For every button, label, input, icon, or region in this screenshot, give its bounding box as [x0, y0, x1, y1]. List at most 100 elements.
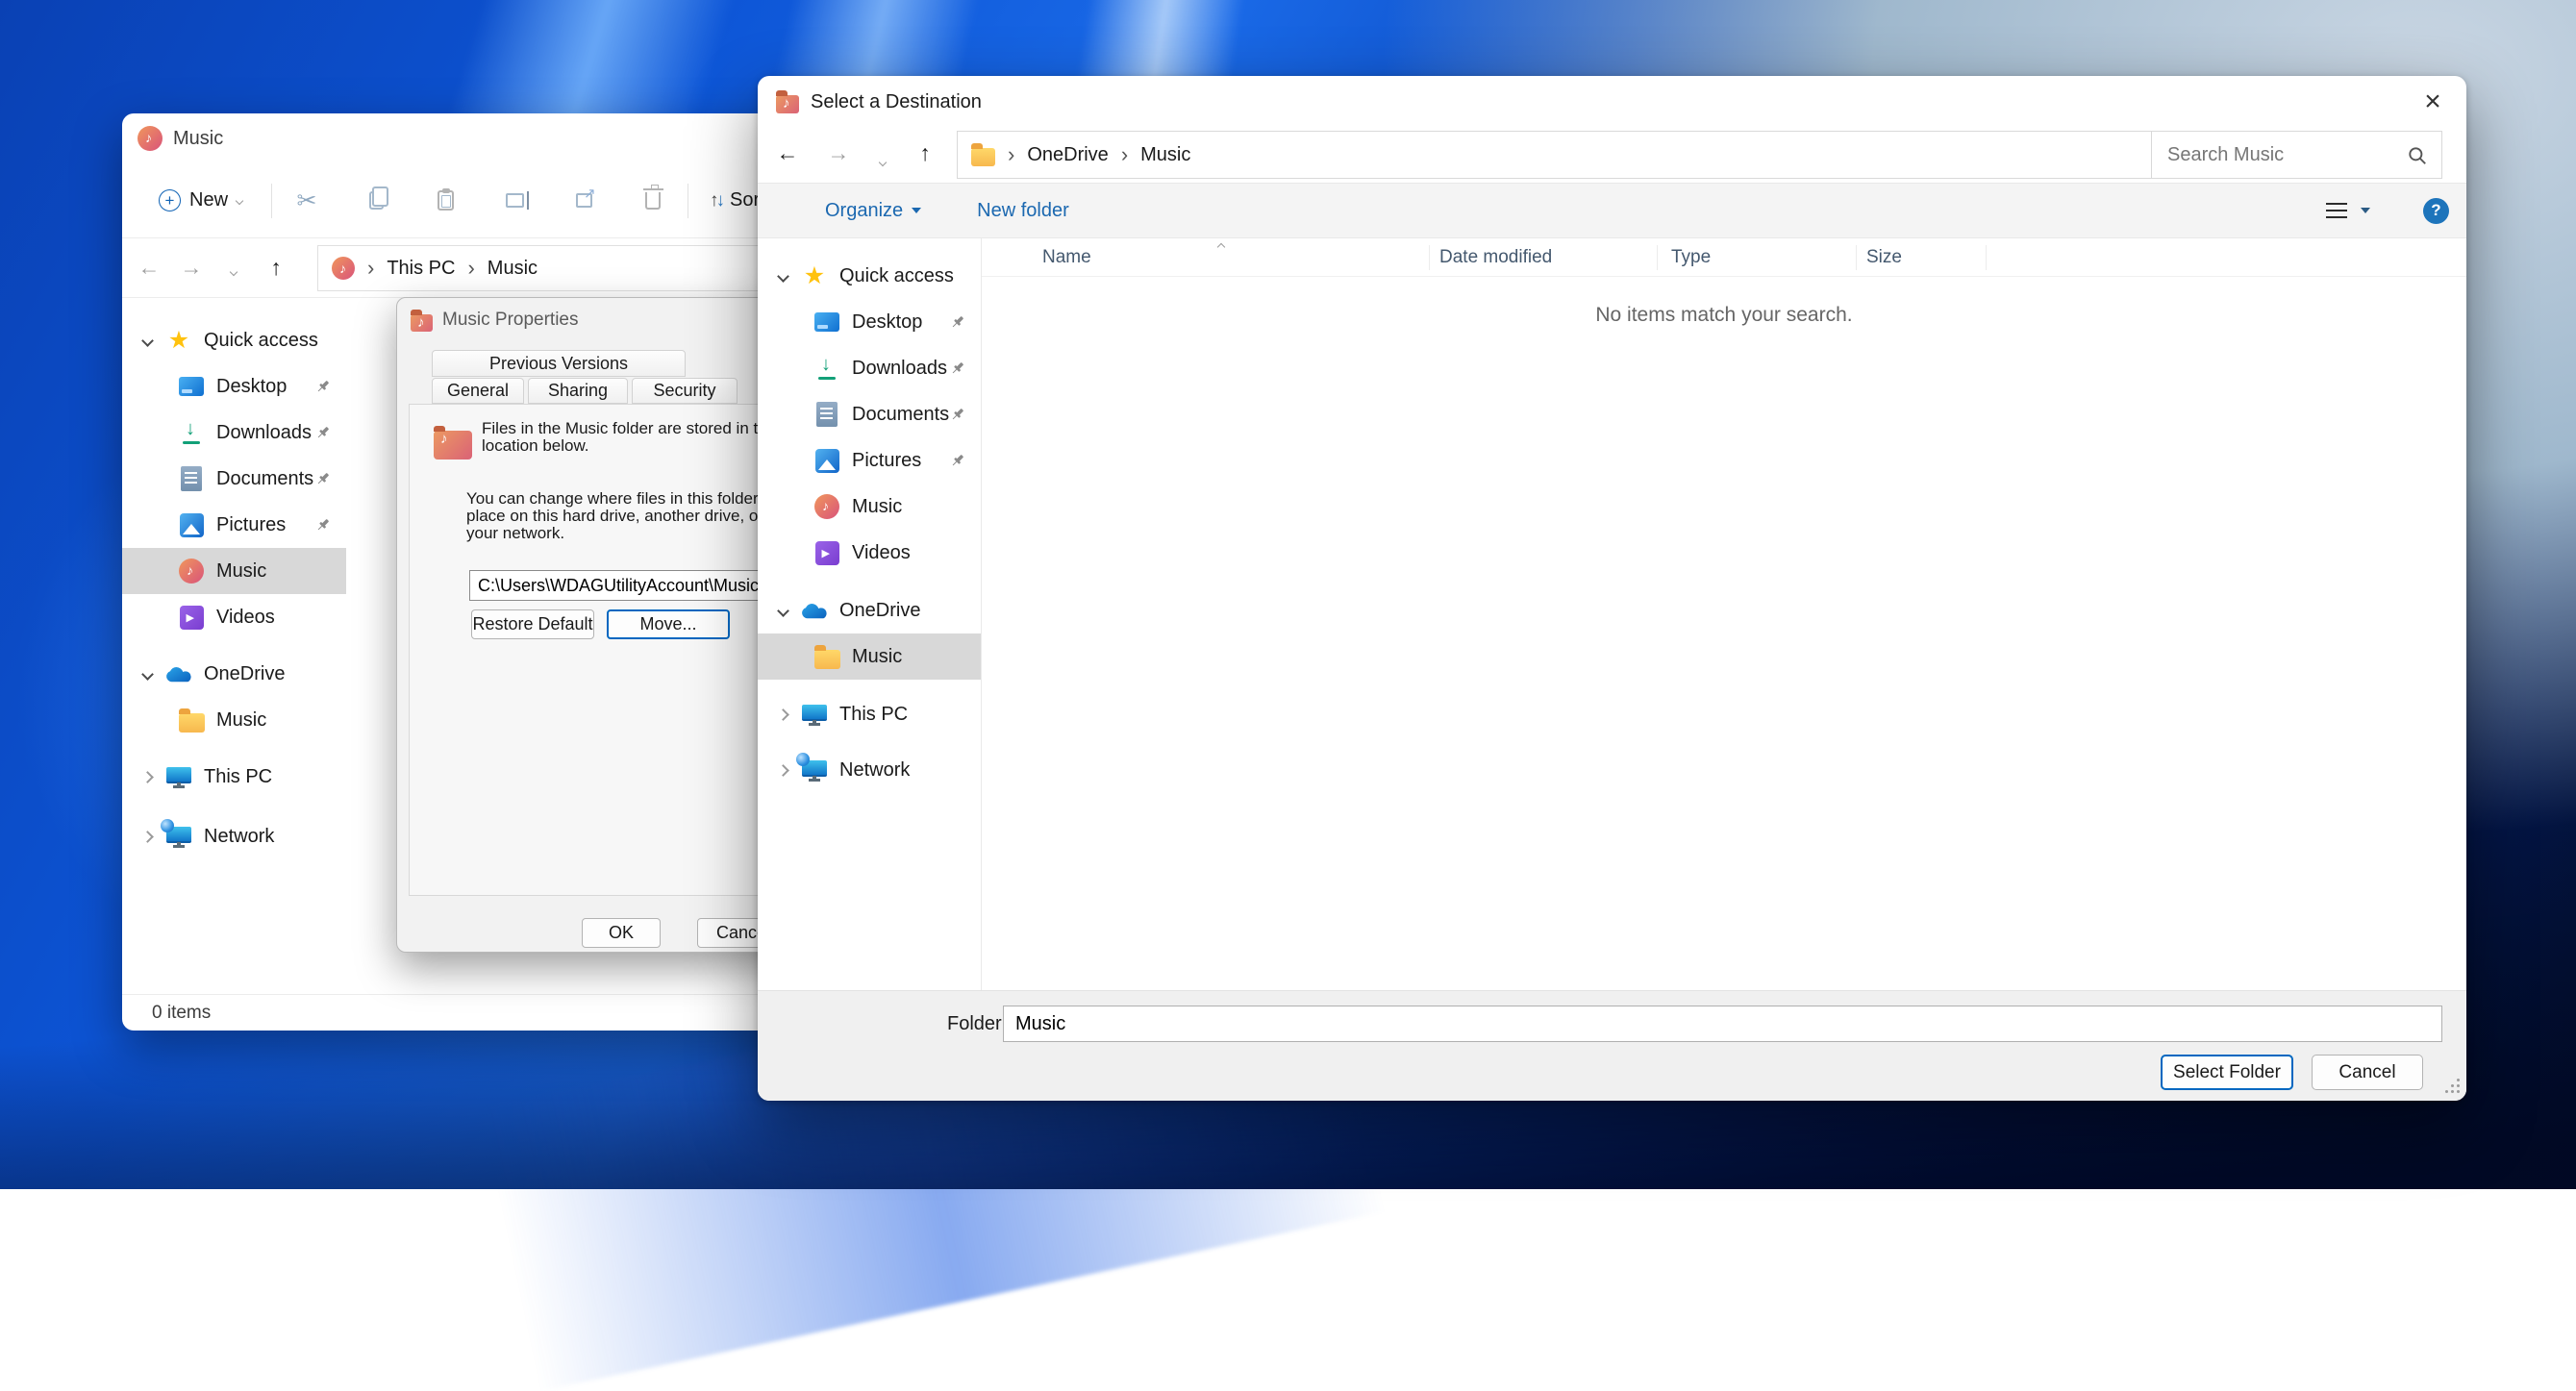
- sidebar-item-onedrive[interactable]: OneDrive: [122, 651, 346, 697]
- new-folder-button[interactable]: New folder: [977, 200, 1069, 222]
- sort-arrows-icon: ↑↓: [710, 190, 722, 211]
- music-folder-icon: [776, 95, 799, 113]
- sidebar-item-onedrive-music[interactable]: Music: [758, 633, 981, 680]
- this-pc-icon: [802, 705, 827, 721]
- sidebar-item-desktop[interactable]: Desktop: [758, 299, 981, 345]
- folder-name-input[interactable]: [1003, 1006, 2442, 1042]
- breadcrumb-item-onedrive[interactable]: OneDrive: [1027, 144, 1108, 166]
- sidebar-item-network[interactable]: Network: [758, 747, 981, 793]
- ok-button[interactable]: OK: [582, 918, 661, 948]
- back-button[interactable]: ←: [766, 140, 809, 166]
- up-button[interactable]: ↑: [255, 255, 297, 281]
- list-view-icon: [2326, 203, 2347, 218]
- sidebar-item-pictures[interactable]: Pictures: [758, 437, 981, 484]
- folder-icon: [179, 713, 205, 733]
- tab-general[interactable]: General: [432, 378, 524, 404]
- breadcrumb-separator: ›: [1121, 142, 1128, 167]
- desktop-icon: [179, 377, 204, 396]
- tab-security[interactable]: Security: [632, 378, 738, 404]
- sidebar-item-onedrive-music[interactable]: Music: [122, 697, 346, 743]
- sidebar-item-music[interactable]: Music: [122, 548, 346, 594]
- resize-grip[interactable]: [2444, 1078, 2460, 1093]
- copy-button[interactable]: [341, 191, 411, 210]
- pin-icon: [950, 360, 965, 376]
- documents-icon: [181, 466, 202, 491]
- recent-locations-button[interactable]: [862, 145, 904, 171]
- sidebar-item-quick-access[interactable]: ★ Quick access: [122, 317, 346, 363]
- breadcrumb[interactable]: › OneDrive › Music: [957, 131, 2337, 179]
- onedrive-cloud-icon: [800, 601, 829, 620]
- sidebar-item-documents[interactable]: Documents: [758, 391, 981, 437]
- forward-button[interactable]: →: [817, 140, 860, 166]
- destination-titlebar[interactable]: Select a Destination ×: [758, 76, 2466, 128]
- breadcrumb-separator: ›: [1008, 142, 1014, 167]
- breadcrumb-item-music[interactable]: Music: [1140, 144, 1190, 166]
- folder-label: Folder:: [947, 1013, 1007, 1035]
- back-button[interactable]: ←: [128, 255, 170, 281]
- breadcrumb-item-music[interactable]: Music: [488, 258, 538, 280]
- share-button[interactable]: [549, 193, 618, 208]
- help-button[interactable]: ?: [2423, 198, 2449, 224]
- tab-sharing[interactable]: Sharing: [528, 378, 628, 404]
- organize-button[interactable]: Organize: [825, 200, 921, 222]
- downloads-icon: [815, 356, 838, 381]
- caret-down-icon: [2361, 208, 2370, 213]
- folder-icon: [971, 148, 995, 166]
- sidebar-item-this-pc[interactable]: This PC: [758, 691, 981, 737]
- search-box: [2151, 131, 2442, 179]
- restore-default-button[interactable]: Restore Default: [471, 609, 594, 639]
- view-button[interactable]: [2326, 203, 2370, 218]
- plus-icon: +: [159, 189, 181, 211]
- chevron-right-icon: [141, 771, 154, 783]
- empty-folder-message: No items match your search.: [982, 304, 2466, 327]
- downloads-icon: [180, 420, 203, 445]
- sidebar-item-downloads[interactable]: Downloads: [122, 410, 346, 456]
- sidebar-item-videos[interactable]: Videos: [122, 594, 346, 640]
- search-icon: [2407, 145, 2428, 166]
- sidebar-item-network[interactable]: Network: [122, 813, 346, 859]
- select-folder-button[interactable]: Select Folder: [2161, 1055, 2293, 1090]
- cut-button[interactable]: ✂: [272, 186, 341, 215]
- recent-locations-button[interactable]: [213, 255, 255, 281]
- sidebar-item-documents[interactable]: Documents: [122, 456, 346, 502]
- move-button[interactable]: Move...: [607, 609, 730, 639]
- column-header-size[interactable]: Size: [1857, 245, 1987, 270]
- music-icon: [179, 559, 204, 584]
- destination-address-bar: ← → ↑ › OneDrive › Music: [758, 128, 2466, 183]
- properties-titlebar[interactable]: Music Properties: [397, 298, 809, 342]
- music-properties-dialog: Music Properties Previous Versions Gener…: [396, 297, 810, 953]
- sidebar-item-quick-access[interactable]: ★ Quick access: [758, 253, 981, 299]
- rename-button[interactable]: [480, 193, 549, 208]
- breadcrumb-separator: ›: [467, 256, 474, 281]
- sidebar-item-downloads[interactable]: Downloads: [758, 345, 981, 391]
- up-button[interactable]: ↑: [904, 140, 946, 166]
- chevron-down-icon: [879, 159, 887, 166]
- sidebar-item-pictures[interactable]: Pictures: [122, 502, 346, 548]
- sidebar-item-desktop[interactable]: Desktop: [122, 363, 346, 410]
- rename-icon: [506, 193, 524, 208]
- sidebar-item-videos[interactable]: Videos: [758, 530, 981, 576]
- delete-button[interactable]: [618, 192, 688, 210]
- sidebar-item-music[interactable]: Music: [758, 484, 981, 530]
- sidebar-item-onedrive[interactable]: OneDrive: [758, 587, 981, 633]
- search-input[interactable]: [2152, 132, 2441, 178]
- paste-button[interactable]: [411, 190, 480, 211]
- cancel-button[interactable]: Cancel: [2312, 1055, 2423, 1090]
- sidebar-item-this-pc[interactable]: This PC: [122, 754, 346, 800]
- location-intro-text: Files in the Music folder are stored in …: [482, 420, 800, 455]
- column-header-date-modified[interactable]: Date modified: [1430, 245, 1658, 270]
- properties-title: Music Properties: [442, 310, 579, 331]
- destination-title: Select a Destination: [811, 91, 982, 113]
- column-header-name[interactable]: Name: [982, 245, 1430, 270]
- trash-icon: [645, 192, 661, 210]
- close-button[interactable]: ×: [2414, 84, 2451, 120]
- new-button[interactable]: + New: [159, 189, 242, 211]
- tab-previous-versions[interactable]: Previous Versions: [432, 350, 686, 377]
- pin-icon: [950, 407, 965, 422]
- forward-button[interactable]: →: [170, 255, 213, 281]
- column-header-type[interactable]: Type: [1658, 245, 1857, 270]
- music-icon: [814, 494, 839, 519]
- breadcrumb-item-this-pc[interactable]: This PC: [387, 258, 455, 280]
- star-icon: ★: [168, 329, 189, 353]
- music-icon: [138, 126, 163, 151]
